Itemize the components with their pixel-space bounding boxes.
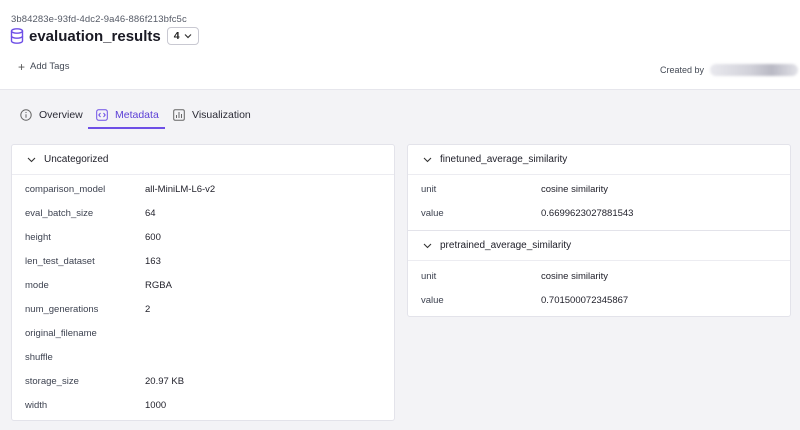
database-icon [10,28,24,44]
metadata-value: 20.97 KB [145,376,185,387]
metrics-panel: finetuned_average_similarity unit cosine… [407,144,791,317]
finetuned-header[interactable]: finetuned_average_similarity [408,145,790,175]
metadata-row: unit cosine similarity [408,265,790,289]
metadata-value: cosine similarity [541,271,609,282]
metadata-key: height [25,232,51,243]
page-title: evaluation_results [29,27,161,45]
metadata-row: shuffle [12,346,394,370]
version-value: 4 [173,30,180,42]
metadata-key: unit [421,271,437,282]
metadata-value: 163 [145,256,161,267]
pretrained-header[interactable]: pretrained_average_similarity [408,231,790,261]
metadata-value: 0.6699623027881543 [541,208,634,219]
section-title: finetuned_average_similarity [440,154,568,165]
metadata-key: width [25,400,48,411]
metadata-key: num_generations [25,304,99,315]
active-tab-indicator [88,127,165,129]
metadata-key: mode [25,280,49,291]
metadata-row: storage_size 20.97 KB [12,370,394,394]
tab-metadata[interactable]: Metadata [96,100,159,130]
bar-chart-icon [173,109,185,121]
metadata-value: 600 [145,232,161,243]
metadata-value: all-MiniLM-L6-v2 [145,184,216,195]
metadata-row: value 0.701500072345867 [408,289,790,313]
metadata-value: cosine similarity [541,184,609,195]
metadata-row: original_filename [12,322,394,346]
info-icon [20,109,32,121]
created-by-label: Created by [660,65,705,75]
section-title: pretrained_average_similarity [440,240,572,251]
metadata-row: comparison_model all-MiniLM-L6-v2 [12,178,394,202]
version-dropdown[interactable]: 4 [166,27,199,45]
metadata-key: value [421,295,444,306]
dataset-header: 3b84283e-93fd-4dc2-9a46-886f213bfc5c eva… [0,0,800,90]
chevron-down-icon [184,34,191,39]
metadata-key: unit [421,184,437,195]
metadata-row: eval_batch_size 64 [12,202,394,226]
metadata-key: shuffle [25,352,53,363]
tab-overview[interactable]: Overview [20,100,83,130]
title-row: evaluation_results 4 [10,26,199,46]
plus-icon: + [18,59,26,74]
metadata-value: RGBA [145,280,172,291]
metadata-key: original_filename [25,328,97,339]
tab-visualization[interactable]: Visualization [173,100,251,130]
metadata-value: 0.701500072345867 [541,295,629,306]
dataset-uuid: 3b84283e-93fd-4dc2-9a46-886f213bfc5c [11,14,187,25]
metadata-key: len_test_dataset [25,256,95,267]
tab-overview-label: Overview [39,109,83,121]
metadata-value: 2 [145,304,151,315]
uncategorized-header[interactable]: Uncategorized [12,145,394,175]
metadata-value: 1000 [145,400,167,411]
metadata-key: storage_size [25,376,79,387]
section-title: Uncategorized [44,154,109,165]
metadata-row: value 0.6699623027881543 [408,202,790,226]
tab-metadata-label: Metadata [115,109,159,121]
chevron-down-icon [27,157,36,163]
tab-visualization-label: Visualization [192,109,251,121]
metadata-key: eval_batch_size [25,208,94,219]
metadata-row: width 1000 [12,394,394,418]
metadata-key: value [421,208,444,219]
metadata-value: 64 [145,208,156,219]
created-by: Created by [660,64,799,76]
chevron-down-icon [423,157,432,163]
add-tags-label: Add Tags [30,61,70,72]
metadata-row: len_test_dataset 163 [12,250,394,274]
metadata-row: unit cosine similarity [408,178,790,202]
code-icon [96,109,108,121]
metadata-key: comparison_model [25,184,106,195]
chevron-down-icon [423,243,432,249]
metadata-row: height 600 [12,226,394,250]
metadata-row: mode RGBA [12,274,394,298]
metadata-row: num_generations 2 [12,298,394,322]
blurred-user-name [710,64,799,76]
uncategorized-panel: Uncategorized comparison_model all-MiniL… [11,144,395,421]
add-tags-button[interactable]: + Add Tags [18,59,70,74]
